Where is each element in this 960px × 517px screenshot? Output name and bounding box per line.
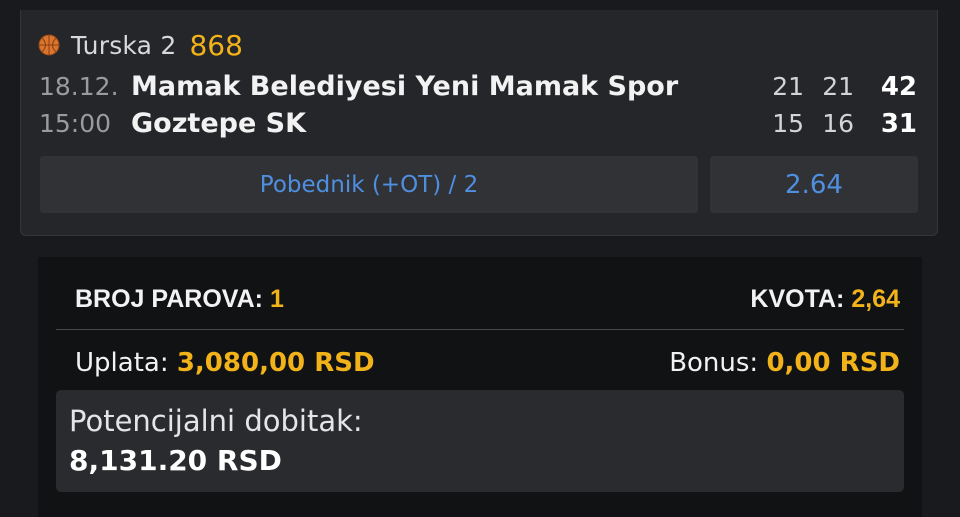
total-odds: KVOTA: 2,64 — [750, 279, 900, 319]
potential-win-label: Potencijalni dobitak: — [69, 404, 363, 438]
stake-value: 3,080,00 RSD — [176, 348, 375, 378]
stake: Uplata: 3,080,00 RSD — [75, 343, 375, 383]
away-score-q1: 15 — [772, 109, 804, 138]
divider — [56, 329, 904, 330]
away-score-q2: 16 — [822, 109, 854, 138]
league-name: Turska 2 — [71, 30, 177, 60]
bonus-label: Bonus: — [669, 348, 759, 378]
home-score-total: 42 — [880, 72, 917, 102]
away-team-row: 15:00 Goztepe SK 15 16 31 — [21, 106, 939, 142]
away-score-total: 31 — [880, 109, 917, 139]
match-card: Turska 2 868 18.12. Mamak Belediyesi Yen… — [20, 10, 938, 236]
market-selection-button[interactable]: Pobednik (+OT) / 2 — [40, 156, 698, 213]
home-score-q2: 21 — [822, 72, 854, 101]
odd-button[interactable]: 2.64 — [710, 156, 918, 213]
pairs-label: BROJ PAROVA: — [75, 285, 263, 313]
stake-label: Uplata: — [75, 348, 169, 378]
basketball-icon — [38, 34, 60, 56]
bonus: Bonus: 0,00 RSD — [669, 343, 900, 383]
pairs-count: BROJ PAROVA: 1 — [75, 279, 284, 319]
potential-win-box: Potencijalni dobitak: 8,131.20 RSD — [56, 390, 904, 492]
potential-win-value: 8,131.20 RSD — [69, 444, 282, 477]
home-team-name: Mamak Belediyesi Yeni Mamak Spor — [131, 71, 679, 102]
slip-stake-row: Uplata: 3,080,00 RSD Bonus: 0,00 RSD — [38, 343, 922, 383]
odds-label: KVOTA: — [750, 285, 845, 313]
odds-value: 2,64 — [851, 285, 900, 313]
match-time: 15:00 — [39, 109, 112, 138]
away-team-name: Goztepe SK — [131, 108, 307, 139]
bet-slip: BROJ PAROVA: 1 KVOTA: 2,64 Uplata: 3,080… — [38, 257, 922, 517]
home-team-row: 18.12. Mamak Belediyesi Yeni Mamak Spor … — [21, 69, 939, 105]
bonus-value: 0,00 RSD — [766, 348, 900, 378]
home-score-q1: 21 — [772, 72, 804, 101]
slip-summary-row: BROJ PAROVA: 1 KVOTA: 2,64 — [38, 279, 922, 319]
league-header: Turska 2 868 — [38, 28, 243, 62]
pairs-value: 1 — [269, 285, 284, 313]
match-date: 18.12. — [39, 72, 119, 101]
match-code: 868 — [189, 28, 243, 62]
